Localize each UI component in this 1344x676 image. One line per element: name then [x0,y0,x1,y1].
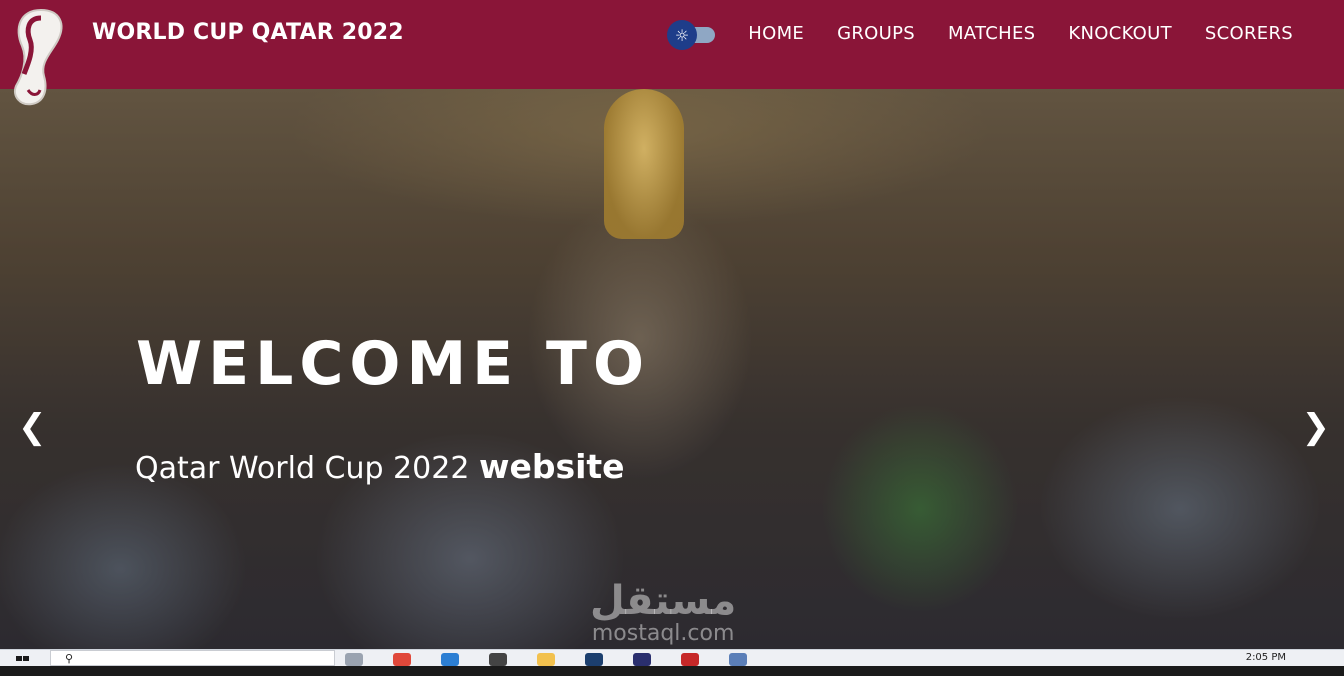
app-icon-2[interactable] [633,653,651,666]
hero-title: WELCOME TO [136,329,650,399]
theme-toggle[interactable]: ☼ [667,20,715,50]
taskbar-search-input[interactable]: ⚲ [50,650,335,666]
terminal-icon[interactable] [489,653,507,666]
app-icon-3[interactable] [681,653,699,666]
watermark: مستقل mostaql.com [590,579,736,645]
vscode-icon[interactable] [441,653,459,666]
carousel-prev-icon[interactable]: ❮ [18,407,47,447]
app-icon[interactable] [585,653,603,666]
search-icon: ⚲ [65,652,74,665]
nav-knockout-link[interactable]: KNOCKOUT [1068,23,1172,44]
app-icon-4[interactable] [729,653,747,666]
world-cup-logo[interactable] [8,6,74,110]
carousel-next-icon[interactable]: ❯ [1302,407,1331,447]
hero-carousel: WELCOME TO Qatar World Cup 2022 website … [0,89,1344,649]
nav-home-link[interactable]: HOME [748,23,804,44]
trophy-image [604,89,684,239]
watermark-arabic: مستقل [590,578,737,624]
nav-scorers-link[interactable]: SCORERS [1205,23,1293,44]
main-nav: HOME GROUPS MATCHES KNOCKOUT SCORERS [748,23,1293,44]
sun-icon: ☼ [667,20,697,50]
taskbar-clock[interactable]: 2:05 PM [1246,652,1286,663]
nav-matches-link[interactable]: MATCHES [948,23,1035,44]
chrome-icon[interactable] [393,653,411,666]
site-title[interactable]: WORLD CUP QATAR 2022 [92,20,404,45]
hero-subtitle-lead: Qatar World Cup 2022 [135,451,470,486]
taskbar-apps [345,653,747,666]
os-taskbar: ⚲ 2:05 PM [0,649,1344,672]
watermark-latin: mostaql.com [591,621,735,646]
windows-start-icon[interactable] [16,654,30,672]
task-view-icon[interactable] [345,653,363,666]
site-header: WORLD CUP QATAR 2022 ☼ HOME GROUPS MATCH… [0,0,1344,89]
hero-subtitle-emphasis: website [478,447,625,486]
file-explorer-icon[interactable] [537,653,555,666]
hero-subtitle: Qatar World Cup 2022 website [135,447,625,486]
nav-groups-link[interactable]: GROUPS [837,23,915,44]
